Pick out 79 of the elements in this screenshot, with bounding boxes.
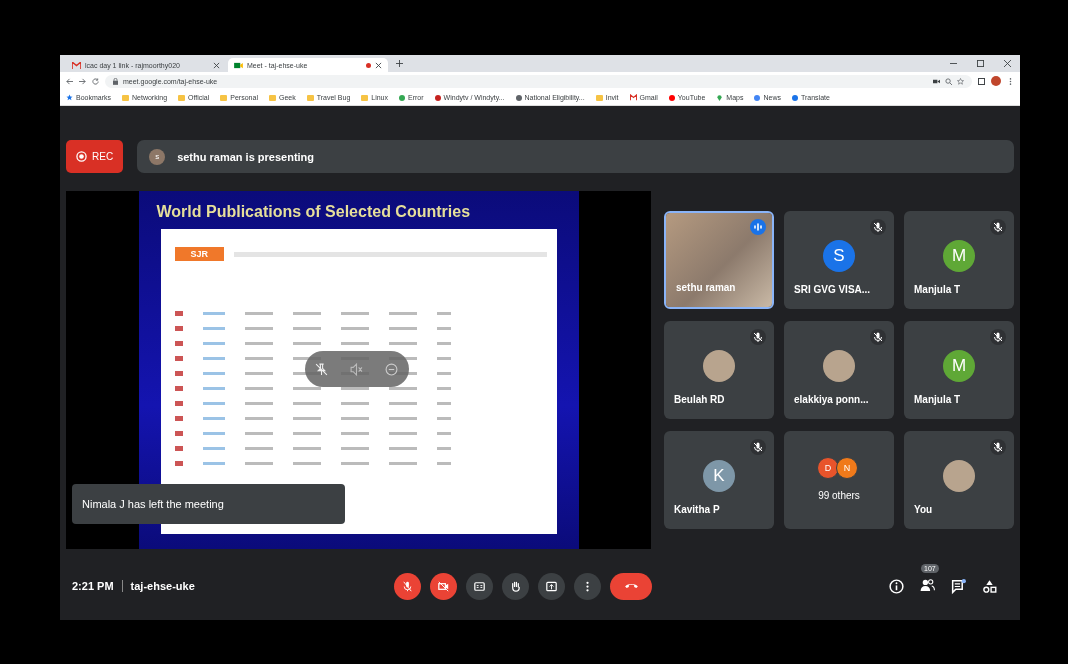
meeting-time: 2:21 PM — [72, 580, 114, 592]
end-button[interactable] — [610, 572, 652, 600]
back-icon[interactable] — [66, 77, 73, 85]
chat-icon[interactable] — [950, 577, 967, 595]
folder-icon — [220, 94, 228, 101]
activities-icon[interactable] — [981, 577, 998, 595]
camera-icon — [234, 61, 243, 69]
participant-name: elakkiya ponn... — [794, 394, 869, 405]
present-button[interactable] — [538, 572, 565, 600]
participant-avatar: M — [943, 350, 975, 382]
participant-name: sethu raman — [676, 282, 736, 293]
mute-icon[interactable] — [350, 362, 363, 376]
participant-name: SRI GVG VISA... — [794, 284, 871, 295]
star-icon — [66, 94, 73, 101]
menu-icon[interactable] — [1007, 77, 1014, 85]
close-icon[interactable] — [1004, 60, 1011, 67]
mail-icon — [629, 94, 637, 101]
maximize-icon[interactable] — [977, 60, 984, 67]
sjr-logo: SJR — [174, 247, 224, 261]
participant-tile[interactable]: sethu raman — [664, 211, 774, 309]
minimize-icon[interactable] — [950, 60, 957, 67]
avatar-photo-placeholder — [943, 460, 975, 492]
participant-avatar: D — [817, 457, 839, 479]
lock-icon — [113, 77, 118, 85]
participant-tile[interactable]: D N 99 others — [784, 431, 894, 529]
participant-tile[interactable]: M Manjula T — [904, 211, 1014, 309]
participant-name: Beulah RD — [674, 394, 725, 405]
mic-button[interactable] — [394, 572, 421, 600]
participant-tile[interactable]: elakkiya ponn... — [784, 321, 894, 419]
participant-avatar: K — [703, 460, 735, 492]
presenter-avatar: s — [149, 148, 166, 165]
remove-icon[interactable] — [384, 362, 398, 376]
close-icon[interactable] — [375, 61, 382, 69]
participant-tile[interactable]: Beulah RD — [664, 321, 774, 419]
participant-tile[interactable]: S SRI GVG VISA... — [784, 211, 894, 309]
participant-tile[interactable]: You — [904, 431, 1014, 529]
folder-icon — [178, 94, 186, 101]
unpin-icon[interactable] — [315, 362, 329, 376]
meeting-code: taj-ehse-uke — [130, 580, 195, 592]
participant-tile[interactable]: K Kavitha P — [664, 431, 774, 529]
folder-icon — [595, 94, 603, 101]
folder-icon — [268, 94, 276, 101]
hand-button[interactable] — [502, 572, 529, 600]
participant-avatar: M — [943, 240, 975, 272]
close-icon[interactable] — [213, 61, 220, 69]
speaking-icon — [750, 219, 766, 235]
participant-name: 99 others — [817, 490, 861, 501]
participant-avatar: S — [823, 240, 855, 272]
profile-avatar[interactable] — [991, 76, 1001, 86]
participant-avatar: N — [836, 457, 858, 479]
extension-icon[interactable] — [978, 77, 985, 85]
participant-tile[interactable]: M Manjula T — [904, 321, 1014, 419]
folder-icon — [306, 94, 314, 101]
captions-button[interactable] — [466, 572, 493, 600]
notification-toast: Nimala J has left the meeting — [72, 484, 345, 524]
folder-icon — [361, 94, 369, 101]
info-icon[interactable] — [888, 577, 905, 595]
avatar-photo-placeholder — [703, 350, 735, 382]
presenting-banner: s sethu raman is presenting — [137, 140, 1014, 173]
slide-title: World Publications of Selected Countries — [155, 203, 471, 221]
phone-hang-up-icon — [624, 584, 638, 588]
camera-icon[interactable] — [933, 77, 940, 85]
star-icon[interactable] — [957, 77, 964, 85]
more-button[interactable] — [574, 572, 601, 600]
participant-name: Manjula T — [914, 394, 961, 405]
recording-dot-icon — [366, 62, 371, 68]
folder-icon — [122, 94, 129, 101]
participant-name: Kavitha P — [674, 504, 720, 515]
participant-name: Manjula T — [914, 284, 961, 295]
reload-icon[interactable] — [92, 77, 99, 85]
camera-button[interactable] — [430, 572, 457, 600]
zoom-icon[interactable] — [945, 77, 952, 85]
map-pin-icon — [716, 94, 724, 101]
recording-badge: REC — [66, 140, 124, 173]
avatar-photo-placeholder — [823, 350, 855, 382]
mail-icon — [72, 61, 81, 69]
forward-icon[interactable] — [79, 77, 86, 85]
new-tab-icon[interactable] — [396, 60, 403, 67]
participant-name: You — [914, 504, 933, 515]
